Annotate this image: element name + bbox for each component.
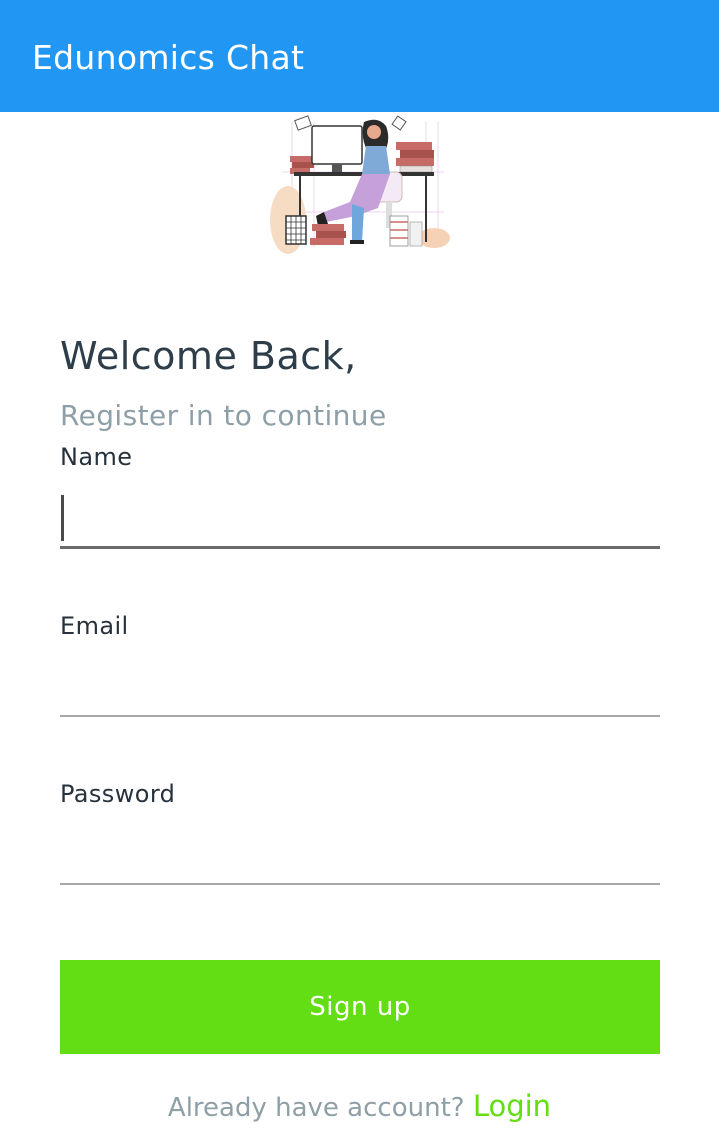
- name-label: Name: [60, 443, 133, 471]
- text-cursor: [61, 495, 64, 541]
- password-field[interactable]: [60, 832, 660, 882]
- name-field[interactable]: [60, 494, 660, 544]
- name-field-underline: [60, 546, 660, 549]
- login-question: Already have account?: [167, 1093, 465, 1123]
- login-prompt: Already have account? Login: [0, 1086, 719, 1128]
- email-field-underline: [60, 715, 660, 717]
- password-label: Password: [60, 780, 176, 808]
- login-link[interactable]: Login: [473, 1089, 551, 1123]
- welcome-heading: Welcome Back,: [60, 334, 357, 378]
- woman-at-desk-illustration: [266, 112, 452, 258]
- password-field-underline: [60, 883, 660, 885]
- welcome-subtitle: Register in to continue: [60, 399, 387, 432]
- signup-button[interactable]: Sign up: [60, 960, 660, 1054]
- email-label: Email: [60, 612, 129, 640]
- app-title: Edunomics Chat: [32, 38, 305, 77]
- app-bar: Edunomics Chat: [0, 0, 719, 112]
- email-field[interactable]: [60, 664, 660, 714]
